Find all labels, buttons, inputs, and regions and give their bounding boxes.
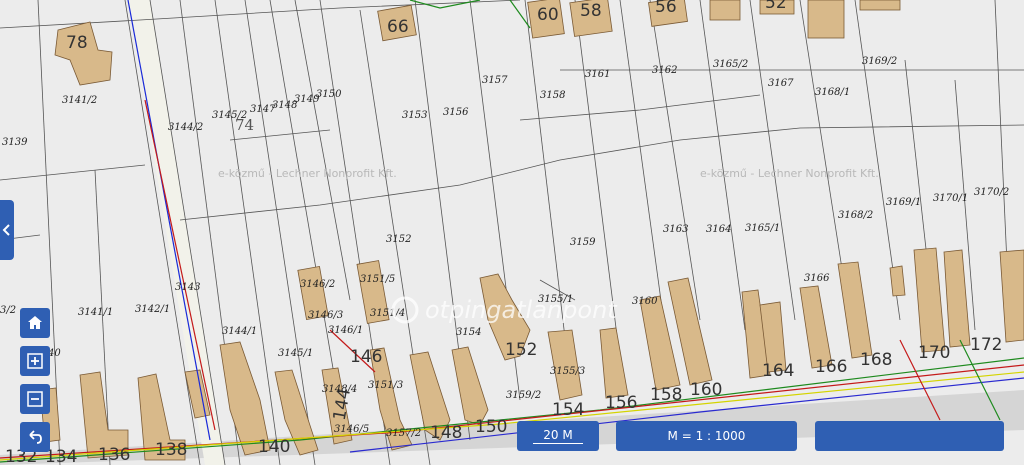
parcel-label: 3159/2 (506, 390, 541, 401)
scale-ratio-label: M = 1 : 1000 (667, 429, 746, 443)
house-number: 138 (155, 440, 187, 460)
parcel-label: 3155/3 (550, 366, 585, 377)
house-number: 78 (66, 33, 88, 53)
parcel-label: 3170/1 (933, 193, 968, 204)
house-number: 152 (505, 340, 537, 360)
house-number: 146 (350, 347, 382, 367)
parcel-label: 3146/5 (334, 424, 369, 435)
parcel-label: 3141/1 (78, 307, 113, 318)
parcel-label: 3154 (456, 327, 481, 338)
back-button[interactable] (20, 422, 50, 452)
house-number: 56 (655, 0, 677, 17)
house-number: 52 (765, 0, 787, 13)
home-icon (28, 316, 42, 329)
parcel-label: 3146/1 (328, 325, 363, 336)
parcel-label: 3167 (768, 78, 794, 89)
parcel-label: 3148/4 (322, 384, 357, 395)
back-icon (29, 430, 42, 444)
parcel-label: 3156 (443, 107, 469, 118)
scale-ratio: M = 1 : 1000 (616, 421, 797, 451)
zoom-in-icon (27, 353, 43, 369)
parcel-label: 3141/2 (62, 95, 97, 106)
parcel-label: 3151/4 (370, 308, 405, 319)
parcel-label: 3144/1 (222, 326, 257, 337)
parcel-label: 3142/1 (135, 304, 170, 315)
house-number: 60 (537, 5, 559, 25)
parcel-label: 3/2 (0, 305, 16, 316)
parcel-label: 3169/2 (862, 56, 897, 67)
parcel-label: 3169/1 (886, 197, 921, 208)
house-number: 66 (387, 17, 409, 37)
otp-logo-watermark: otpingatlanpont (391, 296, 618, 324)
otp-logo-text: otpingatlanpont (425, 296, 618, 324)
house-number: 158 (650, 385, 682, 405)
parcel-label: 3151/3 (368, 380, 403, 391)
parcel-label: 3160 (632, 296, 658, 307)
coordinate-box (815, 421, 1004, 451)
house-number: 148 (430, 423, 462, 443)
house-number: 166 (815, 357, 847, 377)
parcel-label: 3153 (402, 110, 427, 121)
house-number: 140 (258, 437, 290, 457)
parcel-label: 3152 (386, 234, 411, 245)
parcel-label: 3157/2 (386, 428, 421, 439)
parcel-label: 3163 (663, 224, 688, 235)
parcel-label: 3159 (570, 237, 596, 248)
home-button[interactable] (20, 308, 50, 338)
map-watermark: e-közmű - Lechner Nonprofit Kft. (218, 167, 397, 180)
zoom-out-button[interactable] (20, 384, 50, 414)
parcel-label: 3161 (585, 69, 610, 80)
parcel-label: 3165/2 (713, 59, 748, 70)
parcel-label: 3157 (482, 75, 508, 86)
scale-bar-label: 20 M (533, 428, 583, 444)
parcel-label: 74 (235, 116, 254, 134)
map-watermark: e-közmű - Lechner Nonprofit Kft. (700, 167, 879, 180)
house-number: 168 (860, 350, 892, 370)
house-number: 58 (580, 1, 602, 21)
parcel-label: 3146/3 (308, 310, 343, 321)
parcel-label: 3144/2 (168, 122, 203, 133)
parcel-label: 3170/2 (974, 187, 1009, 198)
house-number: 164 (762, 361, 794, 381)
parcel-label: 3158 (540, 90, 565, 101)
house-number: 170 (918, 343, 950, 363)
house-number: 160 (690, 380, 722, 400)
house-number: 136 (98, 445, 130, 465)
chevron-left-icon (2, 224, 10, 236)
parcel-label: 3165/1 (745, 223, 780, 234)
house-number: 172 (970, 335, 1002, 355)
parcel-label: 3139 (2, 137, 28, 148)
parcel-label: 3151/5 (360, 274, 395, 285)
house-number: 150 (475, 417, 507, 437)
parcel-label: 3146/2 (300, 279, 335, 290)
parcel-label: 3166 (804, 273, 830, 284)
house-number: 154 (552, 400, 584, 420)
cadastral-map[interactable]: 78 66 60 58 56 52 146 152 154 156 158 16… (0, 0, 1024, 465)
house-number: 156 (605, 393, 637, 413)
parcel-label: 3150 (316, 89, 342, 100)
parcel-label: 3145/1 (278, 348, 313, 359)
zoom-out-icon (27, 391, 43, 407)
parcel-label: 3168/2 (838, 210, 873, 221)
parcel-label: 3143 (175, 282, 200, 293)
side-panel-toggle[interactable] (0, 200, 14, 260)
zoom-in-button[interactable] (20, 346, 50, 376)
parcel-label: 3162 (652, 65, 677, 76)
scale-bar: 20 M (517, 421, 599, 451)
parcel-label: 3164 (706, 224, 731, 235)
parcel-label: 3168/1 (815, 87, 850, 98)
